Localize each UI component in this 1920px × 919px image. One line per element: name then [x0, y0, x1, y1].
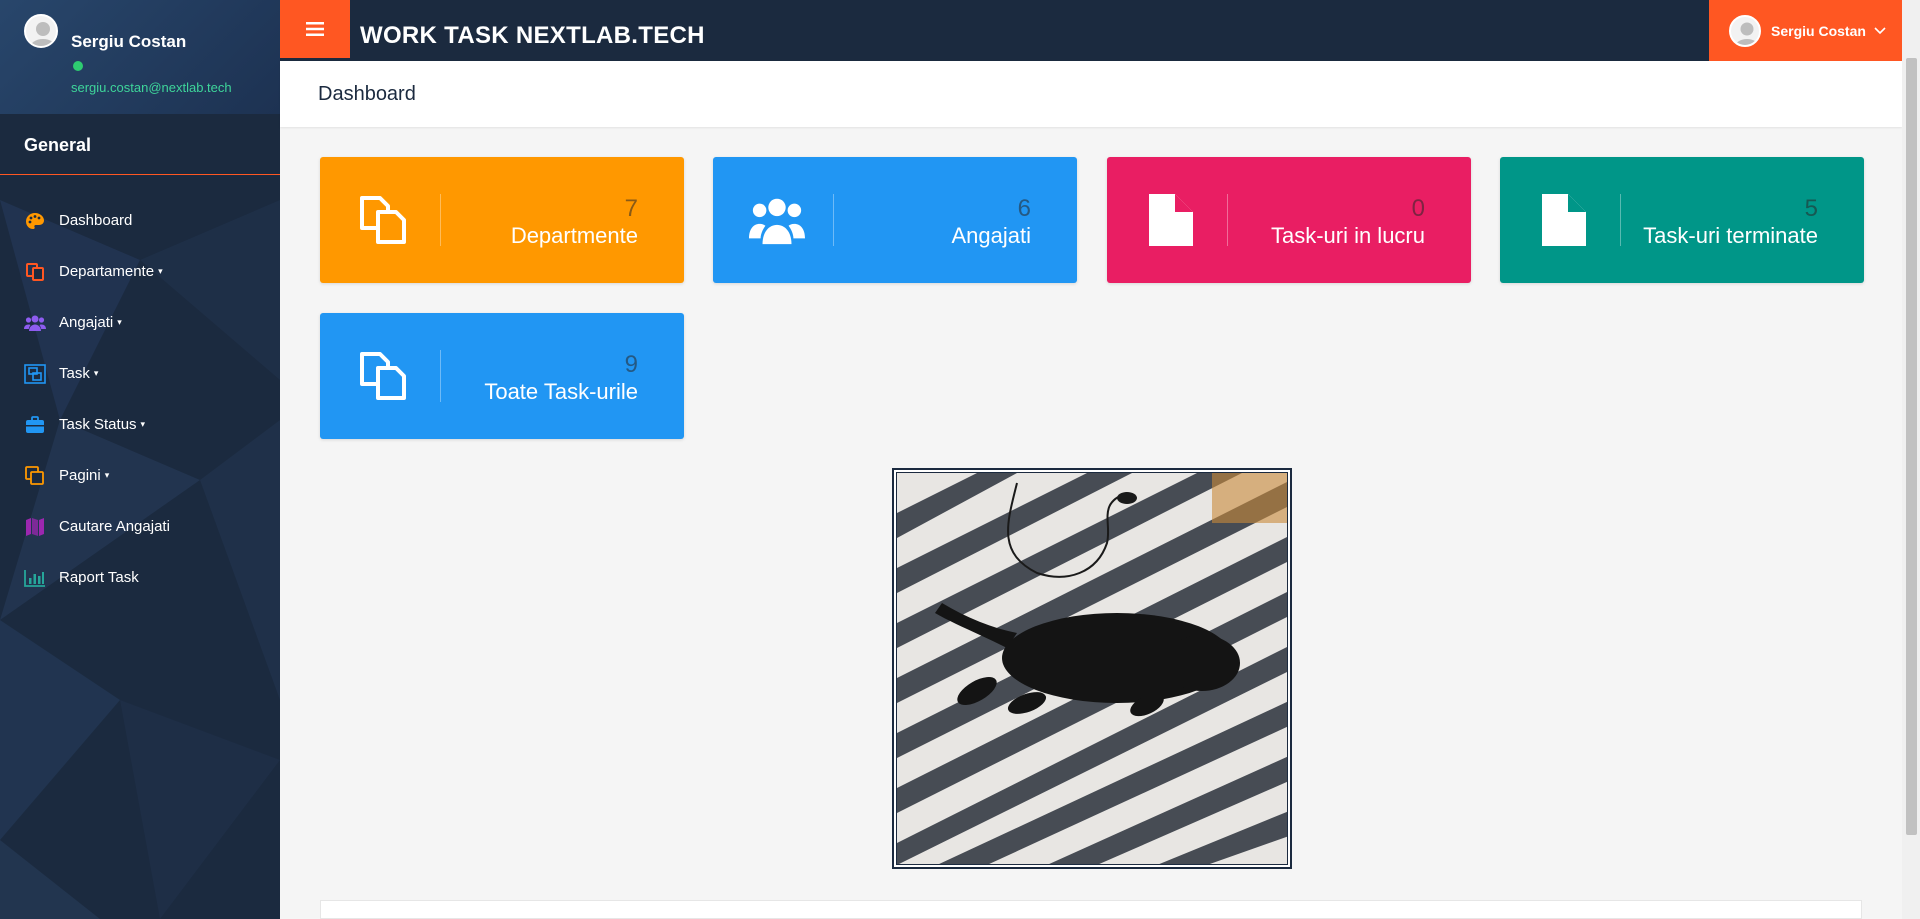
page-title: Dashboard: [318, 83, 416, 105]
sidebar-item-label: Angajati: [59, 314, 114, 331]
vertical-scrollbar[interactable]: [1902, 0, 1920, 919]
chart-bar-icon: [24, 567, 46, 589]
avatar: [1729, 14, 1761, 47]
online-status-indicator: [73, 61, 83, 71]
file-icon: [1143, 192, 1199, 248]
user-dropdown[interactable]: Sergiu Costan: [1709, 0, 1902, 61]
chevron-down-icon: [1874, 26, 1886, 34]
card-divider: [833, 194, 834, 246]
sidebar-user-email: sergiu.costan@nextlab.tech: [71, 80, 232, 95]
stat-label: Departmente: [510, 223, 638, 248]
sidebar-item-label: Task Status: [59, 416, 137, 433]
sidebar-item-label: Task: [59, 365, 90, 382]
dashboard-photo: [892, 468, 1292, 869]
object-group-icon: [24, 363, 46, 385]
stat-value: 7: [624, 195, 638, 222]
sidebar-item-angajati[interactable]: Angajati ▾: [0, 297, 280, 348]
sidebar-menu: Dashboard Departamente ▾ Angajati ▾ Task…: [0, 175, 280, 603]
sidebar-profile: Sergiu Costan sergiu.costan@nextlab.tech: [0, 0, 280, 114]
card-divider: [1620, 194, 1621, 246]
stat-label: Toate Task-urile: [484, 379, 638, 404]
page-header: Dashboard: [280, 61, 1902, 127]
stat-value: 0: [1411, 195, 1425, 222]
sidebar-user-name: Sergiu Costan: [71, 32, 187, 51]
sidebar-item-label: Departamente: [59, 263, 155, 280]
sidebar-item-label: Dashboard: [59, 212, 133, 229]
scrollbar-thumb[interactable]: [1906, 58, 1917, 835]
stat-label: Task-uri terminate: [1643, 223, 1818, 248]
sidebar-item-label: Pagini: [59, 467, 101, 484]
chevron-down-icon: ▾: [117, 317, 122, 327]
stat-label: Angajati: [951, 223, 1031, 248]
chevron-down-icon: ▾: [140, 419, 146, 429]
chevron-down-icon: ▾: [104, 470, 110, 480]
menu-toggle-button[interactable]: [280, 0, 350, 58]
stat-label: Task-uri in lucru: [1270, 223, 1425, 248]
palette-icon: [24, 210, 46, 232]
stat-value: 6: [1017, 195, 1031, 222]
hamburger-icon: [306, 22, 324, 36]
stat-value: 5: [1804, 195, 1818, 222]
top-navbar: WORK TASK NEXTLAB.TECH Sergiu Costan: [280, 0, 1902, 61]
card-divider: [1227, 194, 1228, 246]
clone-icon: [24, 465, 46, 487]
copy-icon: [24, 261, 46, 283]
copy-icon: [356, 348, 412, 404]
cat-image-illustration: [897, 473, 1287, 864]
users-icon: [24, 312, 46, 334]
sidebar-item-task[interactable]: Task ▾: [0, 348, 280, 399]
sidebar-item-departamente[interactable]: Departamente ▾: [0, 246, 280, 297]
sidebar-item-task-status[interactable]: Task Status ▾: [0, 399, 280, 450]
sidebar-item-cautare-angajati[interactable]: Cautare Angajati: [0, 501, 280, 552]
stat-card-angajati[interactable]: 6 Angajati: [713, 157, 1077, 283]
map-icon: [24, 516, 46, 538]
stat-card-task-uri-terminate[interactable]: 5 Task-uri terminate: [1500, 157, 1864, 283]
cat-photo-image: [896, 472, 1288, 865]
sidebar: Sergiu Costan sergiu.costan@nextlab.tech…: [0, 0, 280, 919]
chevron-down-icon: ▾: [158, 266, 163, 276]
sidebar-item-label: Raport Task: [59, 569, 139, 586]
stat-value: 9: [624, 351, 638, 378]
briefcase-icon: [24, 414, 46, 436]
app-brand-title[interactable]: WORK TASK NEXTLAB.TECH: [360, 22, 705, 50]
bottom-panel: [320, 900, 1862, 919]
card-divider: [440, 350, 441, 402]
stat-card-departmente[interactable]: 7 Departmente: [320, 157, 684, 283]
avatar[interactable]: [24, 14, 58, 48]
chevron-down-icon: ▾: [93, 368, 99, 378]
sidebar-item-pagini[interactable]: Pagini ▾: [0, 450, 280, 501]
user-avatar-icon: [30, 22, 56, 46]
sidebar-section-title: General: [0, 114, 280, 175]
sidebar-item-dashboard[interactable]: Dashboard: [0, 195, 280, 246]
stat-card-task-uri-in-lucru[interactable]: 0 Task-uri in lucru: [1107, 157, 1471, 283]
sidebar-item-label: Cautare Angajati: [59, 518, 170, 535]
user-dropdown-name: Sergiu Costan: [1771, 22, 1866, 39]
copy-icon: [356, 192, 412, 248]
user-avatar-icon: [1735, 22, 1759, 45]
users-icon: [749, 192, 805, 248]
card-divider: [440, 194, 441, 246]
sidebar-item-raport-task[interactable]: Raport Task: [0, 552, 280, 603]
stat-card-toate-task-urile[interactable]: 9 Toate Task-urile: [320, 313, 684, 439]
file-icon: [1536, 192, 1592, 248]
